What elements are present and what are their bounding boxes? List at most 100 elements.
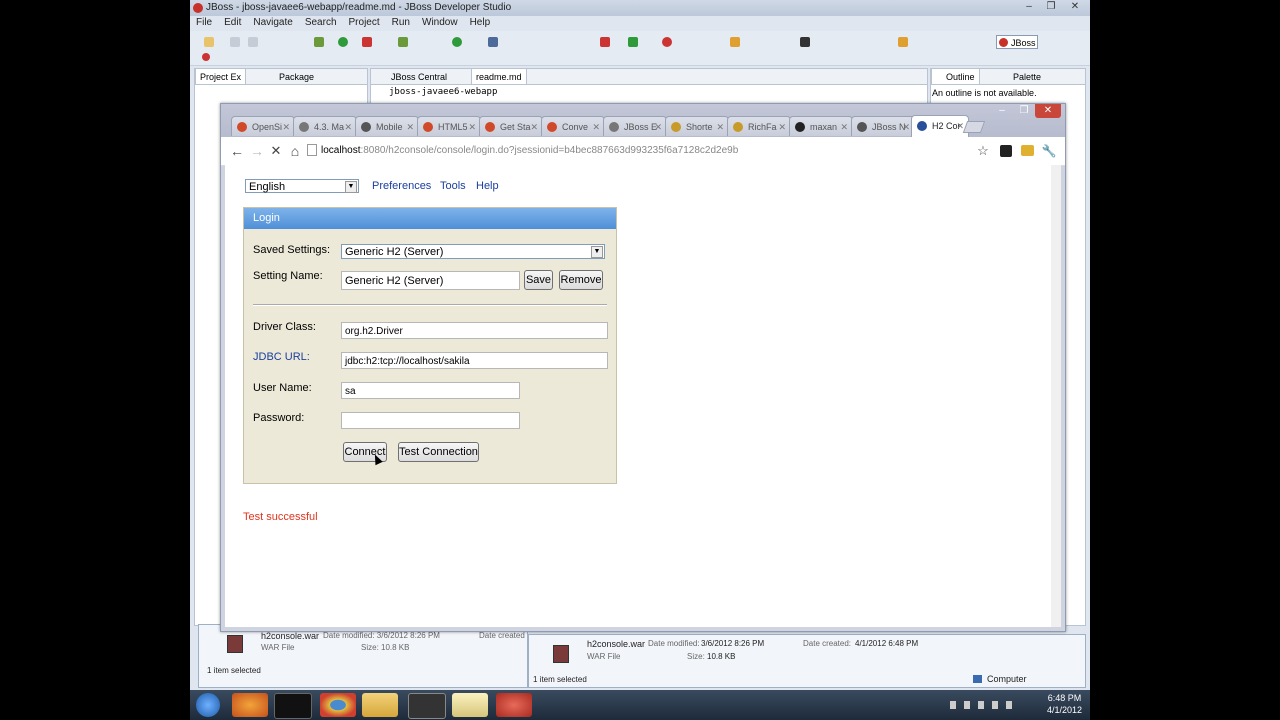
- tab-jboss-central[interactable]: JBoss Central: [387, 69, 451, 85]
- tab-label: Conve: [562, 122, 589, 132]
- tab-project-explorer[interactable]: Project Ex: [195, 69, 247, 85]
- stop-server-icon[interactable]: [662, 37, 672, 47]
- browser-tab[interactable]: Mobile ✕: [355, 116, 419, 136]
- menu-help[interactable]: Help: [470, 17, 491, 28]
- debug-icon[interactable]: [314, 37, 324, 47]
- status-text: 1 item selected: [533, 675, 587, 684]
- user-name-input[interactable]: sa: [341, 382, 520, 399]
- browser-tab[interactable]: Conve ✕: [541, 116, 605, 136]
- browser-tab[interactable]: RichFa ✕: [727, 116, 791, 136]
- file-name: h2console.war: [587, 639, 646, 649]
- menu-edit[interactable]: Edit: [224, 17, 241, 28]
- save-button[interactable]: Save: [524, 270, 553, 290]
- browser-maximize-button[interactable]: ❐: [1013, 104, 1035, 118]
- browser-close-button[interactable]: ✕: [1035, 104, 1061, 118]
- browser-tab[interactable]: maxan ✕: [789, 116, 853, 136]
- taskbar-archive-icon[interactable]: [408, 693, 446, 719]
- taskbar-terminal-icon[interactable]: [274, 693, 312, 719]
- close-button[interactable]: ✕: [1064, 0, 1086, 14]
- browser-tab[interactable]: HTML5 ✕: [417, 116, 481, 136]
- tab-close-icon[interactable]: ✕: [282, 117, 290, 136]
- taskbar-editor-icon[interactable]: [452, 693, 488, 717]
- refresh-icon[interactable]: [452, 37, 462, 47]
- tab-close-icon[interactable]: ✕: [592, 117, 600, 136]
- menu-file[interactable]: File: [196, 17, 212, 28]
- new-icon[interactable]: [204, 37, 214, 47]
- tab-close-icon[interactable]: ✕: [778, 117, 786, 136]
- minimize-button[interactable]: –: [1018, 0, 1040, 14]
- setting-name-input[interactable]: Generic H2 (Server): [341, 271, 520, 290]
- browser-tab[interactable]: JBoss E ✕: [603, 116, 667, 136]
- tab-close-icon[interactable]: ✕: [344, 117, 352, 136]
- saved-settings-select[interactable]: Generic H2 (Server) ▼: [341, 244, 605, 259]
- driver-class-label: Driver Class:: [253, 321, 316, 333]
- server-icon[interactable]: [488, 37, 498, 47]
- back-nav-icon[interactable]: [898, 37, 908, 47]
- start-server-icon[interactable]: [628, 37, 638, 47]
- password-input[interactable]: [341, 412, 520, 429]
- extension-mail-icon[interactable]: [1021, 145, 1034, 156]
- menu-run[interactable]: Run: [392, 17, 410, 28]
- taskbar-chrome-icon[interactable]: [320, 693, 356, 717]
- print-icon[interactable]: [248, 37, 258, 47]
- browser-tab[interactable]: OpenSi ✕: [231, 116, 295, 136]
- help-link[interactable]: Help: [476, 180, 499, 192]
- tab-package-explorer[interactable]: Package: [275, 69, 318, 85]
- jdbc-url-label[interactable]: JDBC URL:: [253, 351, 310, 363]
- tab-favicon-icon: [857, 122, 867, 132]
- address-bar[interactable]: localhost:8080/h2console/console/login.d…: [307, 141, 967, 161]
- stop-loading-button[interactable]: ✕: [266, 141, 286, 161]
- remove-button[interactable]: Remove: [559, 270, 603, 290]
- mobile-icon[interactable]: [800, 37, 810, 47]
- tab-close-icon[interactable]: ✕: [956, 116, 964, 136]
- tab-close-icon[interactable]: ✕: [902, 117, 910, 136]
- tray-icons[interactable]: [950, 701, 1020, 709]
- language-select[interactable]: English ▼: [245, 179, 359, 193]
- page-scrollbar[interactable]: [1051, 165, 1061, 627]
- tools-link[interactable]: Tools: [440, 180, 466, 192]
- back-button[interactable]: ←: [227, 141, 247, 161]
- menu-window[interactable]: Window: [422, 17, 458, 28]
- system-clock[interactable]: 6:48 PM 4/1/2012: [1047, 692, 1082, 716]
- driver-class-input[interactable]: org.h2.Driver: [341, 322, 608, 339]
- bookmark-star-icon[interactable]: ☆: [973, 141, 993, 161]
- tab-outline[interactable]: Outline: [931, 69, 980, 85]
- tab-palette[interactable]: Palette: [1001, 69, 1045, 85]
- tab-readme[interactable]: readme.md: [471, 69, 527, 85]
- preferences-link[interactable]: Preferences: [372, 180, 431, 192]
- run-external-icon[interactable]: [362, 37, 372, 47]
- tab-close-icon[interactable]: ✕: [406, 117, 414, 136]
- new-tab-button[interactable]: [962, 121, 986, 133]
- menu-search[interactable]: Search: [305, 17, 337, 28]
- extension-twitter-icon[interactable]: [1000, 145, 1012, 157]
- taskbar-jboss-icon[interactable]: [496, 693, 532, 717]
- menu-project[interactable]: Project: [349, 17, 380, 28]
- browser-tab[interactable]: Get Sta ✕: [479, 116, 543, 136]
- browser-tab[interactable]: JBoss N ✕: [851, 116, 915, 136]
- browser-tab[interactable]: 4.3. Ma ✕: [293, 116, 357, 136]
- browser-minimize-button[interactable]: –: [991, 104, 1013, 118]
- browser-tab[interactable]: H2 Cor ✕: [911, 115, 969, 137]
- search-icon[interactable]: [398, 37, 408, 47]
- wrench-menu-icon[interactable]: 🔧: [1039, 141, 1059, 161]
- forward-button[interactable]: →: [247, 141, 267, 161]
- jdbc-url-input[interactable]: jdbc:h2:tcp://localhost/sakila: [341, 352, 608, 369]
- tab-close-icon[interactable]: ✕: [468, 117, 476, 136]
- taskbar-firefox-icon[interactable]: [232, 693, 268, 717]
- home-button[interactable]: ⌂: [285, 141, 305, 161]
- run-icon[interactable]: [338, 37, 348, 47]
- browser-tab[interactable]: Shorte ✕: [665, 116, 729, 136]
- taskbar-explorer-icon[interactable]: [362, 693, 398, 717]
- tab-close-icon[interactable]: ✕: [530, 117, 538, 136]
- save-icon[interactable]: [230, 37, 240, 47]
- tab-close-icon[interactable]: ✕: [654, 117, 662, 136]
- deploy-icon[interactable]: [730, 37, 740, 47]
- start-button-icon[interactable]: [196, 693, 220, 717]
- maximize-button[interactable]: ❐: [1040, 0, 1062, 14]
- perspective-jboss[interactable]: JBoss: [996, 35, 1038, 49]
- test-connection-button[interactable]: Test Connection: [398, 442, 479, 462]
- menu-navigate[interactable]: Navigate: [253, 17, 292, 28]
- server-stop-icon[interactable]: [600, 37, 610, 47]
- tab-close-icon[interactable]: ✕: [716, 117, 724, 136]
- tab-close-icon[interactable]: ✕: [840, 117, 848, 136]
